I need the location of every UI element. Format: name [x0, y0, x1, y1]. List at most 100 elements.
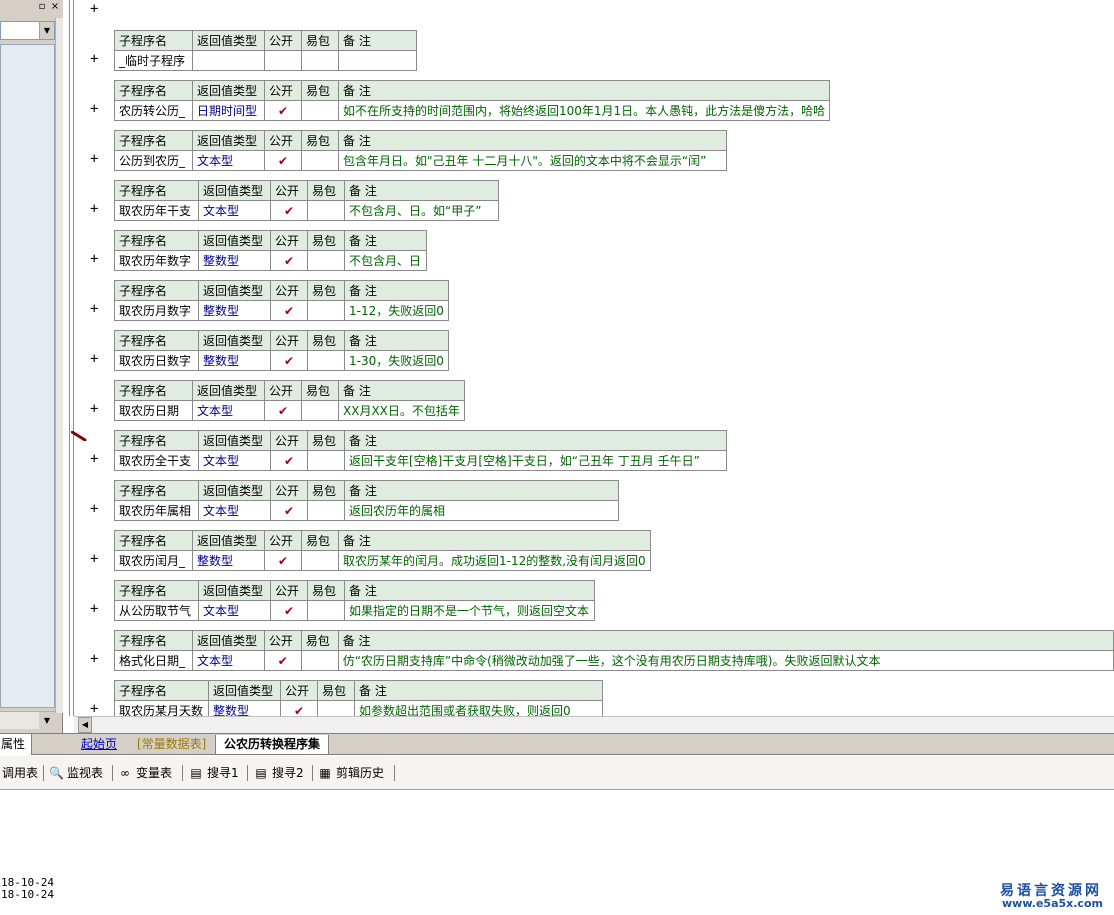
public-check-icon[interactable]: ✔ — [264, 400, 302, 421]
return-type[interactable] — [192, 50, 265, 71]
easy-pack-cell[interactable] — [307, 450, 345, 471]
subroutine-note[interactable]: 包含年月日。如"己丑年 十二月十八"。返回的文本中将不会显示“闰” — [338, 150, 727, 171]
return-type[interactable]: 文本型 — [192, 150, 265, 171]
easy-pack-cell[interactable] — [307, 300, 345, 321]
subroutine-row[interactable]: 取农历年属相 文本型 ✔ 返回农历年的属相 — [114, 500, 619, 521]
subroutine-note[interactable]: 如参数超出范围或者获取失败，则返回0 — [354, 700, 603, 716]
easy-pack-cell[interactable] — [307, 200, 345, 221]
subroutine-table[interactable]: 子程序名 返回值类型 公开 易包备 注取农历年数字 整数型 ✔ 不包含月、日 — [114, 230, 427, 271]
return-type[interactable]: 文本型 — [191, 650, 265, 671]
call-table-button[interactable]: 调用表 — [2, 763, 38, 783]
subroutine-note[interactable]: 如果指定的日期不是一个节气，则返回空文本 — [344, 600, 595, 621]
subroutine-row[interactable]: 取农历全干支 文本型 ✔ 返回干支年[空格]干支月[空格]干支日，如“己丑年 丁丑月 … — [114, 450, 727, 471]
subroutine-row[interactable]: 取农历年数字 整数型 ✔ 不包含月、日 — [114, 250, 427, 271]
expand-icon[interactable]: + — [90, 352, 101, 366]
public-check-icon[interactable]: ✔ — [264, 100, 302, 121]
public-check-icon[interactable]: ✔ — [264, 150, 302, 171]
subroutine-row[interactable]: 公历到农历_ 文本型 ✔ 包含年月日。如"己丑年 十二月十八"。返回的文本中将不会显示… — [114, 150, 727, 171]
tab-start-page[interactable]: 起始页 — [73, 735, 126, 754]
public-check-icon[interactable]: ✔ — [270, 200, 308, 221]
search2-button[interactable]: ▤ 搜寻2 — [254, 763, 303, 783]
expand-icon[interactable]: + — [90, 402, 101, 416]
variables-button[interactable]: ∞ 变量表 — [118, 763, 172, 783]
public-check-icon[interactable]: ✔ — [270, 600, 308, 621]
public-check-icon[interactable]: ✔ — [270, 250, 308, 271]
subroutine-note[interactable]: 返回农历年的属相 — [344, 500, 619, 521]
subroutine-note[interactable]: 如不在所支持的时间范围内，将始终返回100年1月1日。本人愚钝，此方法是傻方法，… — [337, 100, 831, 121]
subroutine-row[interactable]: 取农历某月天数 整数型 ✔ 如参数超出范围或者获取失败，则返回0 — [114, 700, 603, 716]
subroutine-row[interactable]: 从公历取节气 文本型 ✔ 如果指定的日期不是一个节气，则返回空文本 — [114, 600, 595, 621]
subroutine-note[interactable]: 不包含月、日 — [344, 250, 427, 271]
expand-icon[interactable]: + — [90, 252, 101, 266]
easy-pack-cell[interactable] — [301, 400, 339, 421]
subroutine-row[interactable]: _临时子程序 — [114, 50, 417, 71]
subroutine-name[interactable]: 取农历年数字 — [114, 250, 199, 271]
subroutine-table[interactable]: 子程序名 返回值类型 公开 易包备 注格式化日期_ 文本型 ✔ 仿“农历日期支持库”中命令(… — [114, 630, 1114, 671]
subroutine-name[interactable]: 格式化日期_ — [114, 650, 193, 671]
subroutine-note[interactable]: 仿“农历日期支持库”中命令(稍微改动加强了一些，这个没有用农历日期支持库哦)。失… — [337, 650, 1114, 671]
subroutine-note[interactable]: 1-12，失败返回0 — [344, 300, 449, 321]
subroutine-table[interactable]: 子程序名 返回值类型 公开 易包备 注取农历全干支 文本型 ✔ 返回干支年[空格]干支月[空… — [114, 430, 727, 471]
expand-icon[interactable]: + — [90, 602, 101, 616]
public-check-icon[interactable]: ✔ — [270, 300, 308, 321]
easy-pack-cell[interactable] — [307, 350, 345, 371]
subroutine-name[interactable]: 从公历取节气 — [114, 600, 199, 621]
monitor-button[interactable]: 🔍 监视表 — [49, 763, 103, 783]
return-type[interactable]: 日期时间型 — [192, 100, 265, 121]
public-check-icon[interactable]: ✔ — [264, 550, 302, 571]
subroutine-note[interactable]: XX月XX日。不包括年 — [338, 400, 465, 421]
subroutine-row[interactable]: 取农历月数字 整数型 ✔ 1-12，失败返回0 — [114, 300, 449, 321]
subroutine-name[interactable]: 取农历全干支 — [114, 450, 199, 471]
return-type[interactable]: 文本型 — [198, 500, 271, 521]
tab-current-module[interactable]: 公农历转换程序集 — [215, 735, 330, 754]
tab-const-table[interactable]: [常量数据表] — [129, 735, 215, 754]
subroutine-name[interactable]: 取农历年属相 — [114, 500, 199, 521]
easy-pack-cell[interactable] — [307, 500, 345, 521]
return-type[interactable]: 文本型 — [198, 450, 271, 471]
expand-icon[interactable]: + — [90, 652, 101, 666]
easy-pack-cell[interactable] — [301, 100, 339, 121]
easy-pack-cell[interactable] — [307, 250, 345, 271]
subroutine-row[interactable]: 取农历年干支 文本型 ✔ 不包含月、日。如“甲子” — [114, 200, 499, 221]
clip-history-button[interactable]: ▦ 剪辑历史 — [318, 763, 384, 783]
public-check-icon[interactable]: ✔ — [270, 450, 308, 471]
easy-pack-cell[interactable] — [301, 550, 339, 571]
expand-icon[interactable]: + — [90, 552, 101, 566]
return-type[interactable]: 整数型 — [198, 350, 271, 371]
expand-icon[interactable]: + — [90, 152, 101, 166]
subroutine-table[interactable]: 子程序名 返回值类型 公开 易包备 注取农历日期 文本型 ✔ XX月XX日。不包括年 — [114, 380, 465, 421]
public-check-icon[interactable]: ✔ — [270, 350, 308, 371]
expand-icon[interactable]: + — [90, 202, 101, 216]
return-type[interactable]: 文本型 — [192, 400, 265, 421]
subroutine-note[interactable]: 不包含月、日。如“甲子” — [344, 200, 499, 221]
subroutine-table[interactable]: 子程序名 返回值类型 公开 易包备 注农历转公历_ 日期时间型 ✔ 如不在所支持的时间范围内… — [114, 80, 831, 121]
subroutine-table[interactable]: 子程序名 返回值类型 公开 易包备 注取农历某月天数 整数型 ✔ 如参数超出范围或者获取失败… — [114, 680, 603, 716]
subroutine-name[interactable]: 公历到农历_ — [114, 150, 193, 171]
subroutine-table[interactable]: 子程序名 返回值类型 公开 易包备 注公历到农历_ 文本型 ✔ 包含年月日。如"己丑年 十二… — [114, 130, 727, 171]
expand-icon[interactable]: + — [90, 102, 101, 116]
subroutine-table[interactable]: 子程序名 返回值类型 公开 易包备 注取农历年属相 文本型 ✔ 返回农历年的属相 — [114, 480, 619, 521]
easy-pack-cell[interactable] — [301, 150, 339, 171]
expand-icon[interactable]: + — [90, 452, 101, 466]
subroutine-note[interactable]: 1-30，失败返回0 — [344, 350, 449, 371]
tab-properties[interactable]: 属性 — [0, 734, 32, 755]
subroutine-table[interactable]: 子程序名 返回值类型 公开 易包备 注取农历月数字 整数型 ✔ 1-12，失败返回0 — [114, 280, 449, 321]
easy-pack-cell[interactable] — [307, 600, 345, 621]
subroutine-row[interactable]: 取农历闰月_ 整数型 ✔ 取农历某年的闰月。成功返回1-12的整数,没有闰月返回0 — [114, 550, 651, 571]
subroutine-row[interactable]: 格式化日期_ 文本型 ✔ 仿“农历日期支持库”中命令(稍微改动加强了一些，这个没有用农… — [114, 650, 1114, 671]
subroutine-row[interactable]: 取农历日期 文本型 ✔ XX月XX日。不包括年 — [114, 400, 465, 421]
subroutine-name[interactable]: 取农历月数字 — [114, 300, 199, 321]
subroutine-table[interactable]: 子程序名 返回值类型 公开 易包备 注从公历取节气 文本型 ✔ 如果指定的日期不是一个节气，… — [114, 580, 595, 621]
search1-button[interactable]: ▤ 搜寻1 — [189, 763, 238, 783]
subroutine-row[interactable]: 取农历日数字 整数型 ✔ 1-30，失败返回0 — [114, 350, 449, 371]
return-type[interactable]: 整数型 — [192, 550, 265, 571]
subroutine-table[interactable]: 子程序名 返回值类型 公开 易包备 注 _临时子程序 — [114, 30, 417, 71]
subroutine-table[interactable]: 子程序名 返回值类型 公开 易包备 注取农历年干支 文本型 ✔ 不包含月、日。如“甲子” — [114, 180, 499, 221]
return-type[interactable]: 整数型 — [198, 300, 271, 321]
public-check-icon[interactable]: ✔ — [280, 700, 318, 716]
return-type[interactable]: 整数型 — [208, 700, 281, 716]
easy-pack-cell[interactable] — [301, 50, 339, 71]
editor-hscrollbar[interactable]: ◀ — [74, 716, 1114, 733]
subroutine-table[interactable]: 子程序名 返回值类型 公开 易包备 注取农历日数字 整数型 ✔ 1-30，失败返回0 — [114, 330, 449, 371]
chevron-left-icon[interactable]: ◀ — [78, 717, 92, 733]
